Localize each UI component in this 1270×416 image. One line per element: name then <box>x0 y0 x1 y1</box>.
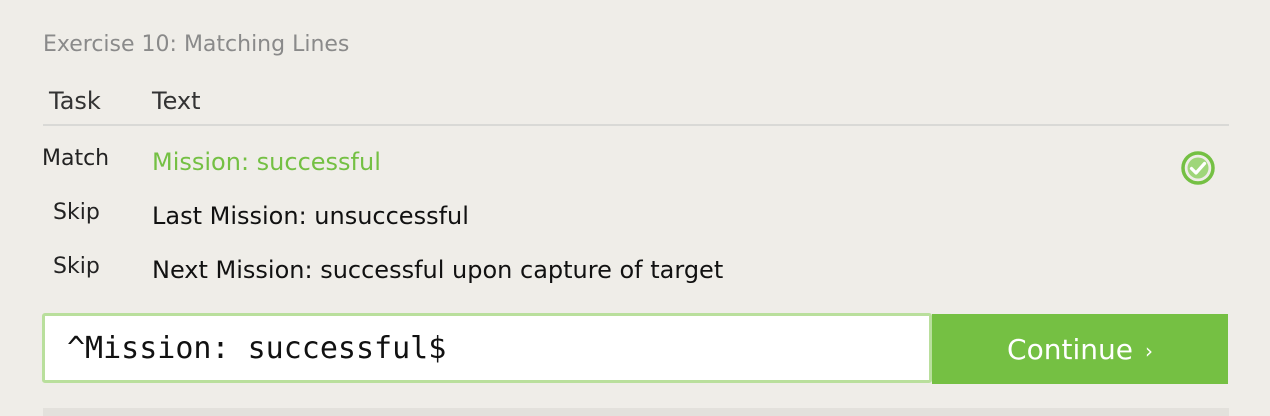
table-row: Match Mission: successful <box>0 144 1270 184</box>
task-column-header: Task <box>49 87 101 115</box>
continue-button[interactable]: Continue › <box>932 314 1228 384</box>
row-text: Mission: successful <box>152 148 381 176</box>
chevron-right-icon: › <box>1144 339 1153 363</box>
row-text: Next Mission: successful upon capture of… <box>152 256 724 284</box>
row-task-label: Skip <box>53 254 100 279</box>
text-column-header: Text <box>152 87 201 115</box>
continue-button-label: Continue <box>1007 332 1133 366</box>
exercise-panel: Exercise 10: Matching Lines Task Text Ma… <box>0 0 1270 416</box>
row-task-label: Match <box>42 146 110 171</box>
check-circle-icon <box>1181 151 1215 185</box>
exercise-title: Exercise 10: Matching Lines <box>43 32 350 57</box>
row-text: Last Mission: unsuccessful <box>152 202 469 230</box>
next-panel-edge <box>43 408 1229 416</box>
table-row: Skip Last Mission: unsuccessful <box>0 198 1270 238</box>
row-task-label: Skip <box>53 200 100 225</box>
regex-input[interactable] <box>42 313 932 383</box>
header-divider <box>43 124 1229 126</box>
table-row: Skip Next Mission: successful upon captu… <box>0 252 1270 292</box>
